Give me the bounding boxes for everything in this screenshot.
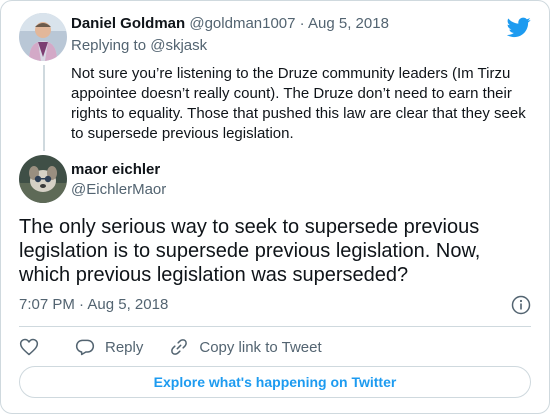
parent-avatar[interactable] [19, 13, 67, 61]
thread-connector-line [43, 65, 45, 151]
parent-date[interactable]: Aug 5, 2018 [308, 15, 389, 32]
tweet-date: Aug 5, 2018 [87, 296, 169, 313]
parent-author-handle[interactable]: @goldman1007 [189, 15, 295, 32]
copy-link-button[interactable]: Copy link to Tweet [169, 337, 322, 357]
replying-handle[interactable]: @skjask [150, 37, 207, 54]
link-icon [171, 339, 188, 355]
main-avatar[interactable] [19, 155, 67, 203]
tweet-meta-separator: · [79, 296, 85, 313]
parent-header: Daniel Goldman @goldman1007 · Aug 5, 201… [71, 15, 389, 32]
divider [19, 326, 531, 327]
explore-twitter-button[interactable]: Explore what's happening on Twitter [19, 366, 531, 398]
action-bar: Reply Copy link to Tweet [19, 336, 348, 358]
replying-prefix: Replying to [71, 37, 151, 54]
reply-button[interactable]: Reply [75, 337, 143, 357]
main-author-name[interactable]: maor eichler [71, 161, 160, 178]
like-button[interactable] [19, 337, 49, 357]
info-icon[interactable] [511, 295, 531, 315]
tweet-embed-card: Daniel Goldman @goldman1007 · Aug 5, 201… [0, 0, 550, 414]
parent-separator: · [299, 15, 305, 32]
main-tweet-text: The only serious way to seek to supersed… [19, 216, 481, 286]
parent-author-name[interactable]: Daniel Goldman [71, 15, 185, 32]
reply-label: Reply [105, 338, 144, 356]
heart-icon [19, 338, 39, 356]
parent-tweet-text: Not sure you’re listening to the Druze c… [71, 65, 526, 142]
copy-link-label: Copy link to Tweet [199, 338, 322, 356]
speech-bubble-icon [75, 339, 95, 356]
tweet-timestamp[interactable]: 7:07 PM · Aug 5, 2018 [19, 296, 168, 313]
main-author-handle[interactable]: @EichlerMaor [71, 181, 166, 198]
twitter-bird-icon[interactable] [507, 15, 531, 39]
replying-to: Replying to @skjask [71, 37, 207, 54]
tweet-time: 7:07 PM [19, 296, 75, 313]
